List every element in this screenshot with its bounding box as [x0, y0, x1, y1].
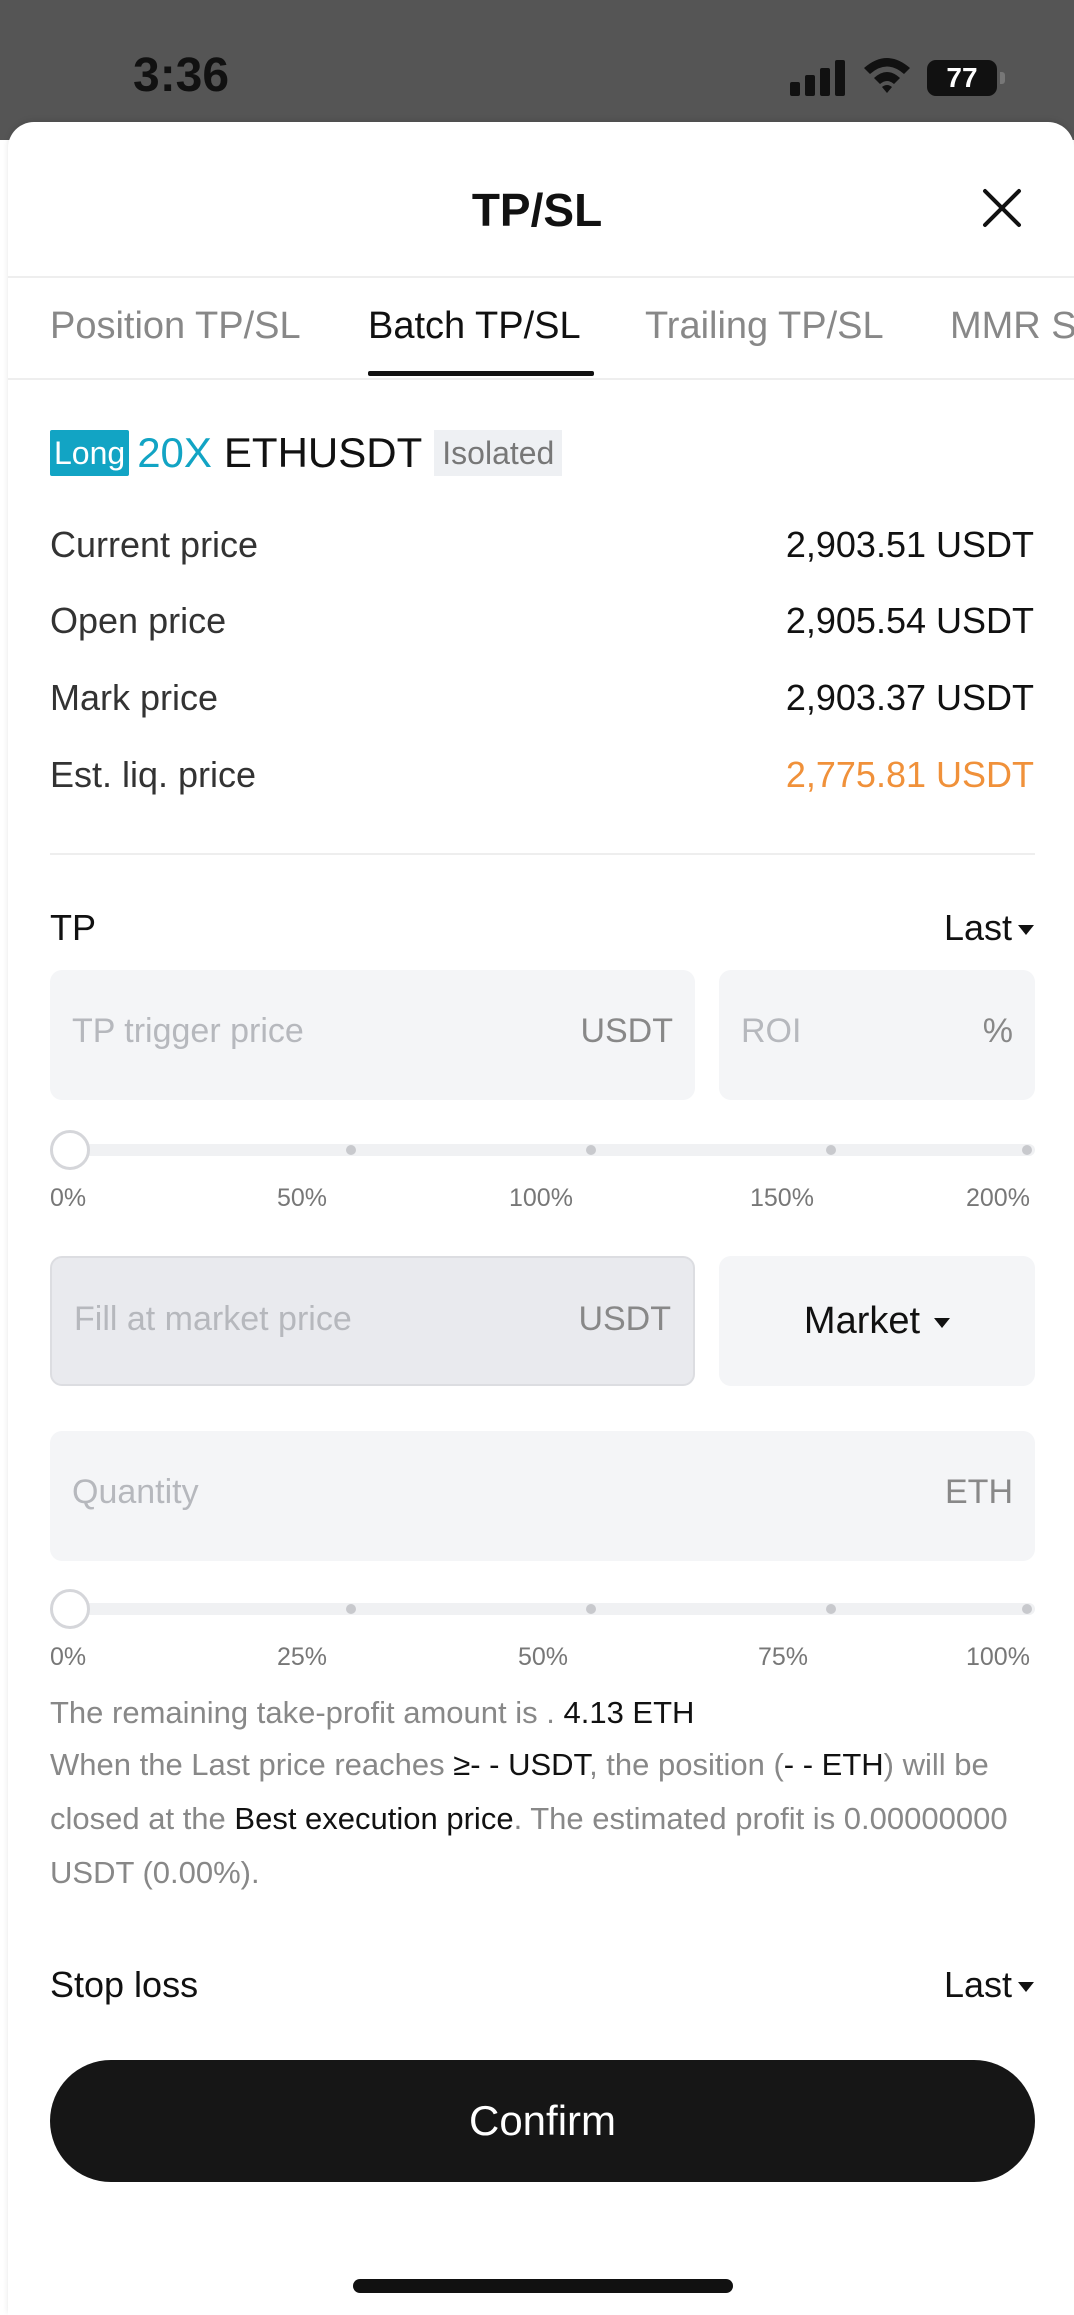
tp-description: When the Last price reaches ≥- - USDT, t… — [50, 1738, 1040, 1900]
quantity-slider[interactable] — [50, 1589, 1035, 1629]
battery-icon: 77 — [927, 60, 1005, 96]
roi-tick: 200% — [966, 1184, 1030, 1212]
quantity-tick: 25% — [277, 1643, 328, 1671]
quantity-slider-track — [50, 1603, 1035, 1615]
sl-section-label: Stop loss — [50, 1964, 199, 2005]
tp-desc-qty: - - ETH — [783, 1747, 884, 1782]
tp-section-label: TP — [50, 907, 97, 948]
remaining-tp-value: 4.13 ETH — [563, 1695, 695, 1730]
tab-position-tpsl[interactable]: Position TP/SL — [50, 305, 301, 348]
roi-slider-dot — [1022, 1145, 1032, 1155]
tp-order-price-unit: USDT — [578, 1300, 671, 1338]
confirm-button[interactable]: Confirm — [50, 2060, 1035, 2182]
roi-slider-track — [50, 1144, 1035, 1156]
roi-input[interactable]: ROI % — [719, 970, 1035, 1100]
tabs-divider — [8, 378, 1074, 380]
quantity-tick: 0% — [50, 1643, 87, 1671]
status-bar: 3:36 77 — [0, 0, 1074, 140]
home-indicator — [353, 2279, 733, 2293]
tp-trigger-price-input[interactable]: TP trigger price USDT — [50, 970, 695, 1100]
current-price-label: Current price — [50, 524, 259, 565]
tp-desc-part1: When the Last price reaches — [50, 1747, 454, 1782]
mark-price-row: Mark price 2,903.37 USDT — [50, 677, 1034, 727]
roi-tick: 100% — [509, 1184, 573, 1212]
open-price-row: Open price 2,905.54 USDT — [50, 600, 1034, 650]
roi-slider-dot — [826, 1145, 836, 1155]
tp-desc-trigger: ≥- - USDT — [453, 1747, 590, 1782]
tp-trigger-price-unit: USDT — [580, 1012, 673, 1050]
active-tab-indicator — [368, 371, 594, 376]
quantity-input[interactable]: Quantity ETH — [50, 1431, 1035, 1561]
signal-icon — [790, 60, 848, 96]
leverage-label: 20X — [137, 429, 212, 476]
open-price-value: 2,905.54 USDT — [785, 600, 1034, 641]
status-time: 3:36 — [133, 49, 230, 102]
sl-trigger-type-select[interactable]: Last — [944, 1964, 1034, 2006]
quantity-unit: ETH — [945, 1473, 1013, 1511]
caret-down-icon — [1018, 1982, 1034, 1993]
position-summary: Long 20X ETHUSDT Isolated — [50, 428, 563, 478]
liq-price-row: Est. liq. price 2,775.81 USDT — [50, 754, 1034, 804]
mark-price-label: Mark price — [50, 677, 219, 718]
tp-trigger-type-value: Last — [943, 907, 1012, 948]
roi-tick: 0% — [50, 1184, 87, 1212]
roi-tick: 150% — [750, 1184, 814, 1212]
order-type-select[interactable]: Market — [719, 1256, 1035, 1386]
sl-trigger-type-value: Last — [943, 1964, 1012, 2005]
remaining-tp-text: The remaining take-profit amount is . — [50, 1695, 555, 1730]
tp-trigger-price-placeholder: TP trigger price — [72, 1012, 304, 1050]
section-divider — [50, 853, 1035, 855]
roi-tick: 50% — [277, 1184, 328, 1212]
quantity-slider-dot — [586, 1604, 596, 1614]
roi-slider-handle[interactable] — [50, 1130, 90, 1170]
header-divider — [8, 276, 1074, 278]
tab-mmr[interactable]: MMR S — [950, 305, 1074, 348]
tp-desc-exec: Best execution price — [234, 1801, 514, 1836]
symbol-label: ETHUSDT — [223, 429, 423, 476]
quantity-placeholder: Quantity — [72, 1473, 199, 1511]
liq-price-value: 2,775.81 USDT — [785, 754, 1034, 795]
order-type-value: Market — [803, 1300, 921, 1342]
roi-slider[interactable] — [50, 1130, 1035, 1170]
roi-unit: % — [982, 1012, 1013, 1050]
roi-slider-dot — [346, 1145, 356, 1155]
quantity-slider-dot — [826, 1604, 836, 1614]
quantity-slider-handle[interactable] — [50, 1589, 90, 1629]
quantity-tick: 75% — [758, 1643, 809, 1671]
open-price-label: Open price — [50, 600, 227, 641]
caret-down-icon — [934, 1317, 951, 1328]
close-icon[interactable] — [980, 186, 1024, 230]
tab-batch-tpsl[interactable]: Batch TP/SL — [368, 305, 581, 348]
remaining-tp-note: The remaining take-profit amount is . 4.… — [50, 1686, 1040, 1740]
tp-order-price-placeholder: Fill at market price — [74, 1300, 352, 1338]
mark-price-value: 2,903.37 USDT — [785, 677, 1034, 718]
quantity-slider-dot — [346, 1604, 356, 1614]
current-price-value: 2,903.51 USDT — [785, 524, 1034, 565]
tab-trailing-tpsl[interactable]: Trailing TP/SL — [645, 305, 884, 348]
caret-down-icon — [1018, 925, 1034, 936]
tp-trigger-type-select[interactable]: Last — [944, 907, 1034, 949]
page-title: TP/SL — [471, 184, 603, 236]
current-price-row: Current price 2,903.51 USDT — [50, 524, 1034, 574]
roi-placeholder: ROI — [741, 1012, 802, 1050]
roi-slider-dot — [586, 1145, 596, 1155]
margin-mode-badge: Isolated — [434, 430, 563, 476]
side-badge: Long — [50, 430, 130, 476]
quantity-tick: 100% — [966, 1643, 1030, 1671]
tp-order-price-input: Fill at market price USDT — [50, 1256, 695, 1386]
quantity-tick: 50% — [518, 1643, 569, 1671]
tp-desc-part2: , the position ( — [589, 1747, 784, 1782]
liq-price-label: Est. liq. price — [50, 754, 257, 795]
wifi-icon — [864, 58, 910, 93]
quantity-slider-dot — [1022, 1604, 1032, 1614]
